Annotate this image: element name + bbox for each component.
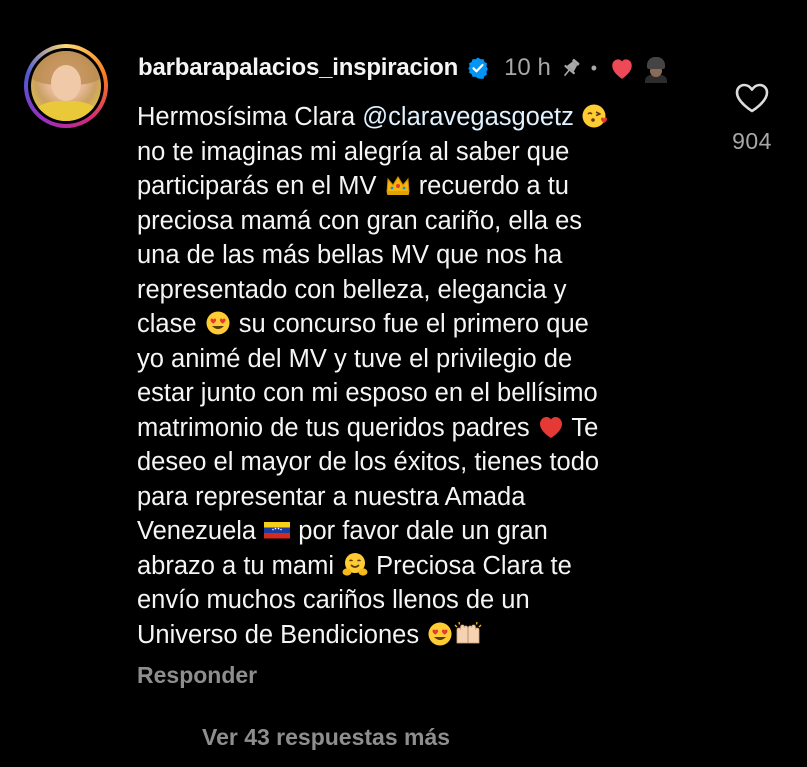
crown-emoji <box>386 176 410 195</box>
commenter-avatar[interactable] <box>24 44 108 128</box>
avatar-photo <box>31 51 101 121</box>
comment-line: representado con belleza, elegancia y <box>137 275 567 304</box>
like-count: 904 <box>732 128 772 154</box>
separator-dot: • <box>590 57 598 78</box>
view-more-replies-label: Ver 43 respuestas más <box>202 724 451 750</box>
comment-line: deseo el mayor de los éxitos, tienes tod… <box>137 448 600 476</box>
comment-line: una de las más bellas MV que nos ha <box>137 241 563 269</box>
comment-line: para representar a nuestra Amada <box>137 482 526 511</box>
mention-link[interactable]: @claravegasgoetz <box>362 103 574 131</box>
view-more-replies-button[interactable]: Ver 43 respuestas más <box>138 724 450 751</box>
comment-line: estar junto con mi esposo en el bellísim… <box>137 379 598 407</box>
reply-button[interactable]: Responder <box>137 662 257 689</box>
heart-outline-icon[interactable] <box>734 82 770 114</box>
hugging-face-emoji <box>342 552 368 576</box>
comment-line: no te imaginas mi alegría al saber que <box>137 137 570 166</box>
comment-header: barbarapalacios_inspiracion 10 h • <box>138 50 672 86</box>
comment-line: participarás en el MV recuerdo a tu <box>137 172 569 200</box>
venezuela-flag-emoji <box>264 522 291 539</box>
raising-hands-emoji <box>454 621 482 643</box>
avatar-ring-gap <box>28 48 104 124</box>
comment-line: preciosa mamá con gran cariño, ella es <box>137 206 583 235</box>
comment-line: Universo de Bendiciones <box>137 618 697 653</box>
username-link[interactable]: barbarapalacios_inspiracion <box>138 54 458 82</box>
face-blowing-kiss-emoji <box>582 104 607 128</box>
comment-time: 10 h <box>504 54 551 81</box>
comment-line: abrazo a tu mami Preciosa Clara te <box>137 551 572 580</box>
comment-line: yo animé del MV y tuve el privilegio de <box>137 344 573 373</box>
comment-line: clase su concurso fue el primero que <box>137 310 589 338</box>
verified-badge-icon <box>468 57 488 79</box>
comment-like-area: 904 <box>722 82 782 155</box>
comment-line: matrimonio de tus queridos padres Te <box>137 413 599 442</box>
comment-text: Hermosísima Clara @claravegasgoetz no te… <box>137 100 697 652</box>
comment-line: Venezuela por favor dale un gran <box>137 517 548 545</box>
red-heart-emoji <box>539 416 562 438</box>
comment-line: envío muchos cariños llenos de un <box>137 586 530 614</box>
red-heart-icon <box>612 59 632 79</box>
replies-divider-line <box>138 737 182 738</box>
heart-eyes-emoji <box>206 311 230 335</box>
heart-eyes-emoji <box>428 622 452 645</box>
pin-icon <box>563 58 580 77</box>
comment-line: Hermosísima Clara @claravegasgoetz <box>137 100 697 135</box>
creator-liked-avatar <box>641 53 672 83</box>
